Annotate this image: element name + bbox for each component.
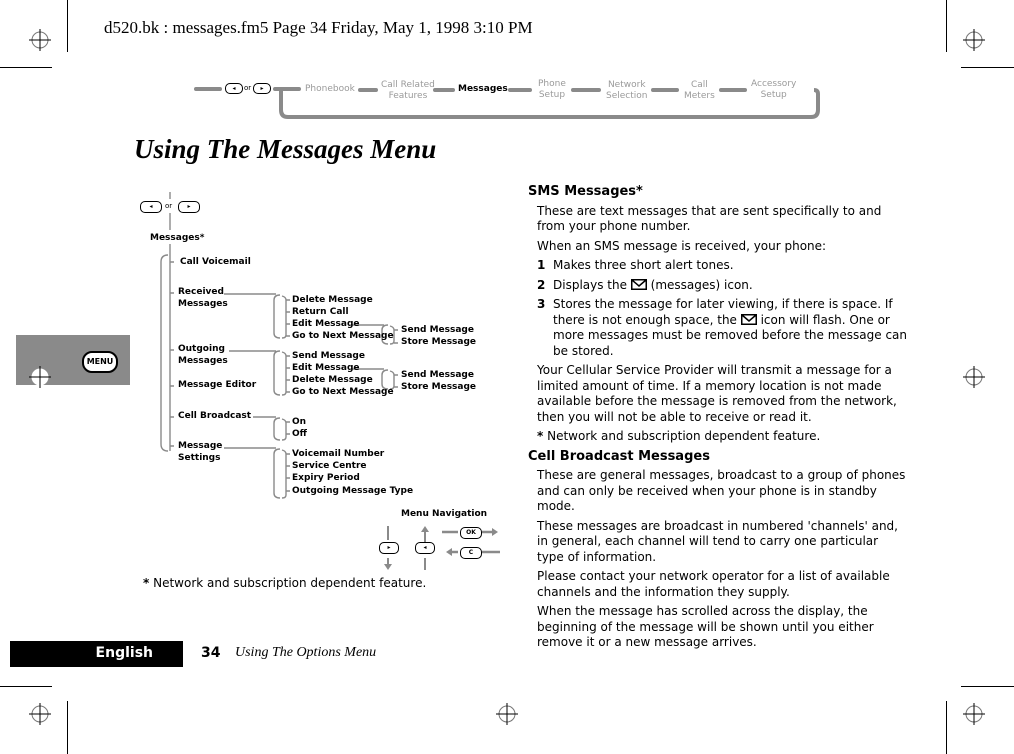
paragraph: These are text messages that are sent sp… bbox=[537, 203, 882, 234]
tree-subitem[interactable]: Store Message bbox=[401, 381, 476, 393]
list-item: 2 Displays the (messages) icon. bbox=[537, 277, 753, 292]
nav-connector bbox=[651, 88, 679, 92]
registration-mark-icon bbox=[963, 366, 985, 388]
nav-item-network-selection[interactable]: Network Selection bbox=[606, 80, 647, 102]
tree-subitem[interactable]: Delete Message bbox=[292, 374, 373, 386]
c-key-icon: C bbox=[460, 547, 482, 559]
nav-item-call-meters[interactable]: Call Meters bbox=[684, 80, 715, 102]
crop-mark bbox=[946, 701, 947, 754]
crop-mark bbox=[67, 701, 68, 754]
language-tab: English bbox=[10, 641, 183, 667]
tree-subitem[interactable]: Go to Next Message bbox=[292, 330, 394, 342]
list-item: 1 Makes three short alert tones. bbox=[537, 258, 734, 272]
paragraph: Your Cellular Service Provider will tran… bbox=[537, 363, 897, 424]
nav-connector bbox=[719, 88, 747, 92]
nav-connector bbox=[571, 88, 601, 92]
tree-subitem[interactable]: Expiry Period bbox=[292, 472, 360, 484]
menu-navigation-legend: Menu Navigation ▸ ◂ OK C bbox=[370, 508, 510, 578]
tree-item-message-settings[interactable]: Message Settings bbox=[178, 440, 222, 464]
tree-root-messages[interactable]: Messages* bbox=[150, 232, 204, 244]
paragraph: When an SMS message is received, your ph… bbox=[537, 238, 827, 253]
tree-item-received-messages[interactable]: Received Messages bbox=[178, 286, 228, 310]
cell-broadcast-heading: Cell Broadcast Messages bbox=[528, 448, 710, 464]
tree-subitem[interactable]: Send Message bbox=[401, 369, 474, 381]
tree-subitem[interactable]: Service Centre bbox=[292, 460, 367, 472]
menu-navigation-title: Menu Navigation bbox=[401, 509, 488, 519]
crop-mark bbox=[0, 686, 52, 687]
list-item: 3 Stores the message for later viewing, i… bbox=[537, 297, 908, 358]
footnote: * Network and subscription dependent fea… bbox=[537, 429, 821, 443]
tree-subitem[interactable]: On bbox=[292, 416, 306, 428]
tree-subitem[interactable]: Voicemail Number bbox=[292, 448, 384, 460]
tree-subitem[interactable]: Store Message bbox=[401, 336, 476, 348]
ok-key-icon: OK bbox=[460, 527, 482, 539]
crop-mark bbox=[961, 686, 1014, 687]
right-key-icon: ▸ bbox=[178, 201, 200, 213]
sms-heading: SMS Messages* bbox=[528, 184, 643, 199]
tree-subitem[interactable]: Return Call bbox=[292, 306, 349, 318]
tree-subitem[interactable]: Delete Message bbox=[292, 294, 373, 306]
registration-mark-icon bbox=[963, 703, 985, 725]
paragraph: These messages are broadcast in numbered… bbox=[537, 518, 898, 564]
paragraph: When the message has scrolled across the… bbox=[537, 604, 874, 649]
tree-item-outgoing-messages[interactable]: Outgoing Messages bbox=[178, 343, 228, 367]
left-key-icon: ◂ bbox=[140, 201, 162, 213]
nav-item-accessory-setup[interactable]: Accessory Setup bbox=[751, 79, 796, 101]
page-number: 34 bbox=[201, 645, 221, 661]
up-key-icon: ◂ bbox=[415, 542, 435, 554]
tree-subitem[interactable]: Edit Message bbox=[292, 318, 360, 330]
tree-subitem[interactable]: Off bbox=[292, 428, 307, 440]
section-title: Using The Options Menu bbox=[235, 645, 377, 660]
tree-subitem[interactable]: Send Message bbox=[292, 350, 365, 362]
down-key-icon: ▸ bbox=[379, 542, 399, 554]
registration-mark-icon bbox=[496, 703, 518, 725]
tree-subitem[interactable]: Outgoing Message Type bbox=[292, 485, 413, 497]
tree-footnote: * Network and subscription dependent fea… bbox=[143, 576, 427, 590]
tree-subitem[interactable]: Go to Next Message bbox=[292, 386, 394, 398]
tree-item-call-voicemail[interactable]: Call Voicemail bbox=[180, 256, 251, 268]
envelope-icon bbox=[740, 313, 757, 325]
tree-subitem[interactable]: Send Message bbox=[401, 324, 474, 336]
tree-subitem[interactable]: Edit Message bbox=[292, 362, 360, 374]
registration-mark-icon bbox=[29, 703, 51, 725]
paragraph: Please contact your network operator for… bbox=[537, 569, 890, 599]
tree-item-message-editor[interactable]: Message Editor bbox=[178, 379, 256, 391]
or-label: or bbox=[165, 202, 173, 210]
nav-item-phone-setup[interactable]: Phone Setup bbox=[538, 79, 566, 101]
envelope-icon bbox=[630, 278, 647, 290]
tree-item-cell-broadcast[interactable]: Cell Broadcast bbox=[178, 410, 251, 422]
paragraph: These are general messages, broadcast to… bbox=[537, 468, 906, 513]
content-column: SMS Messages* These are text messages th… bbox=[528, 184, 908, 655]
